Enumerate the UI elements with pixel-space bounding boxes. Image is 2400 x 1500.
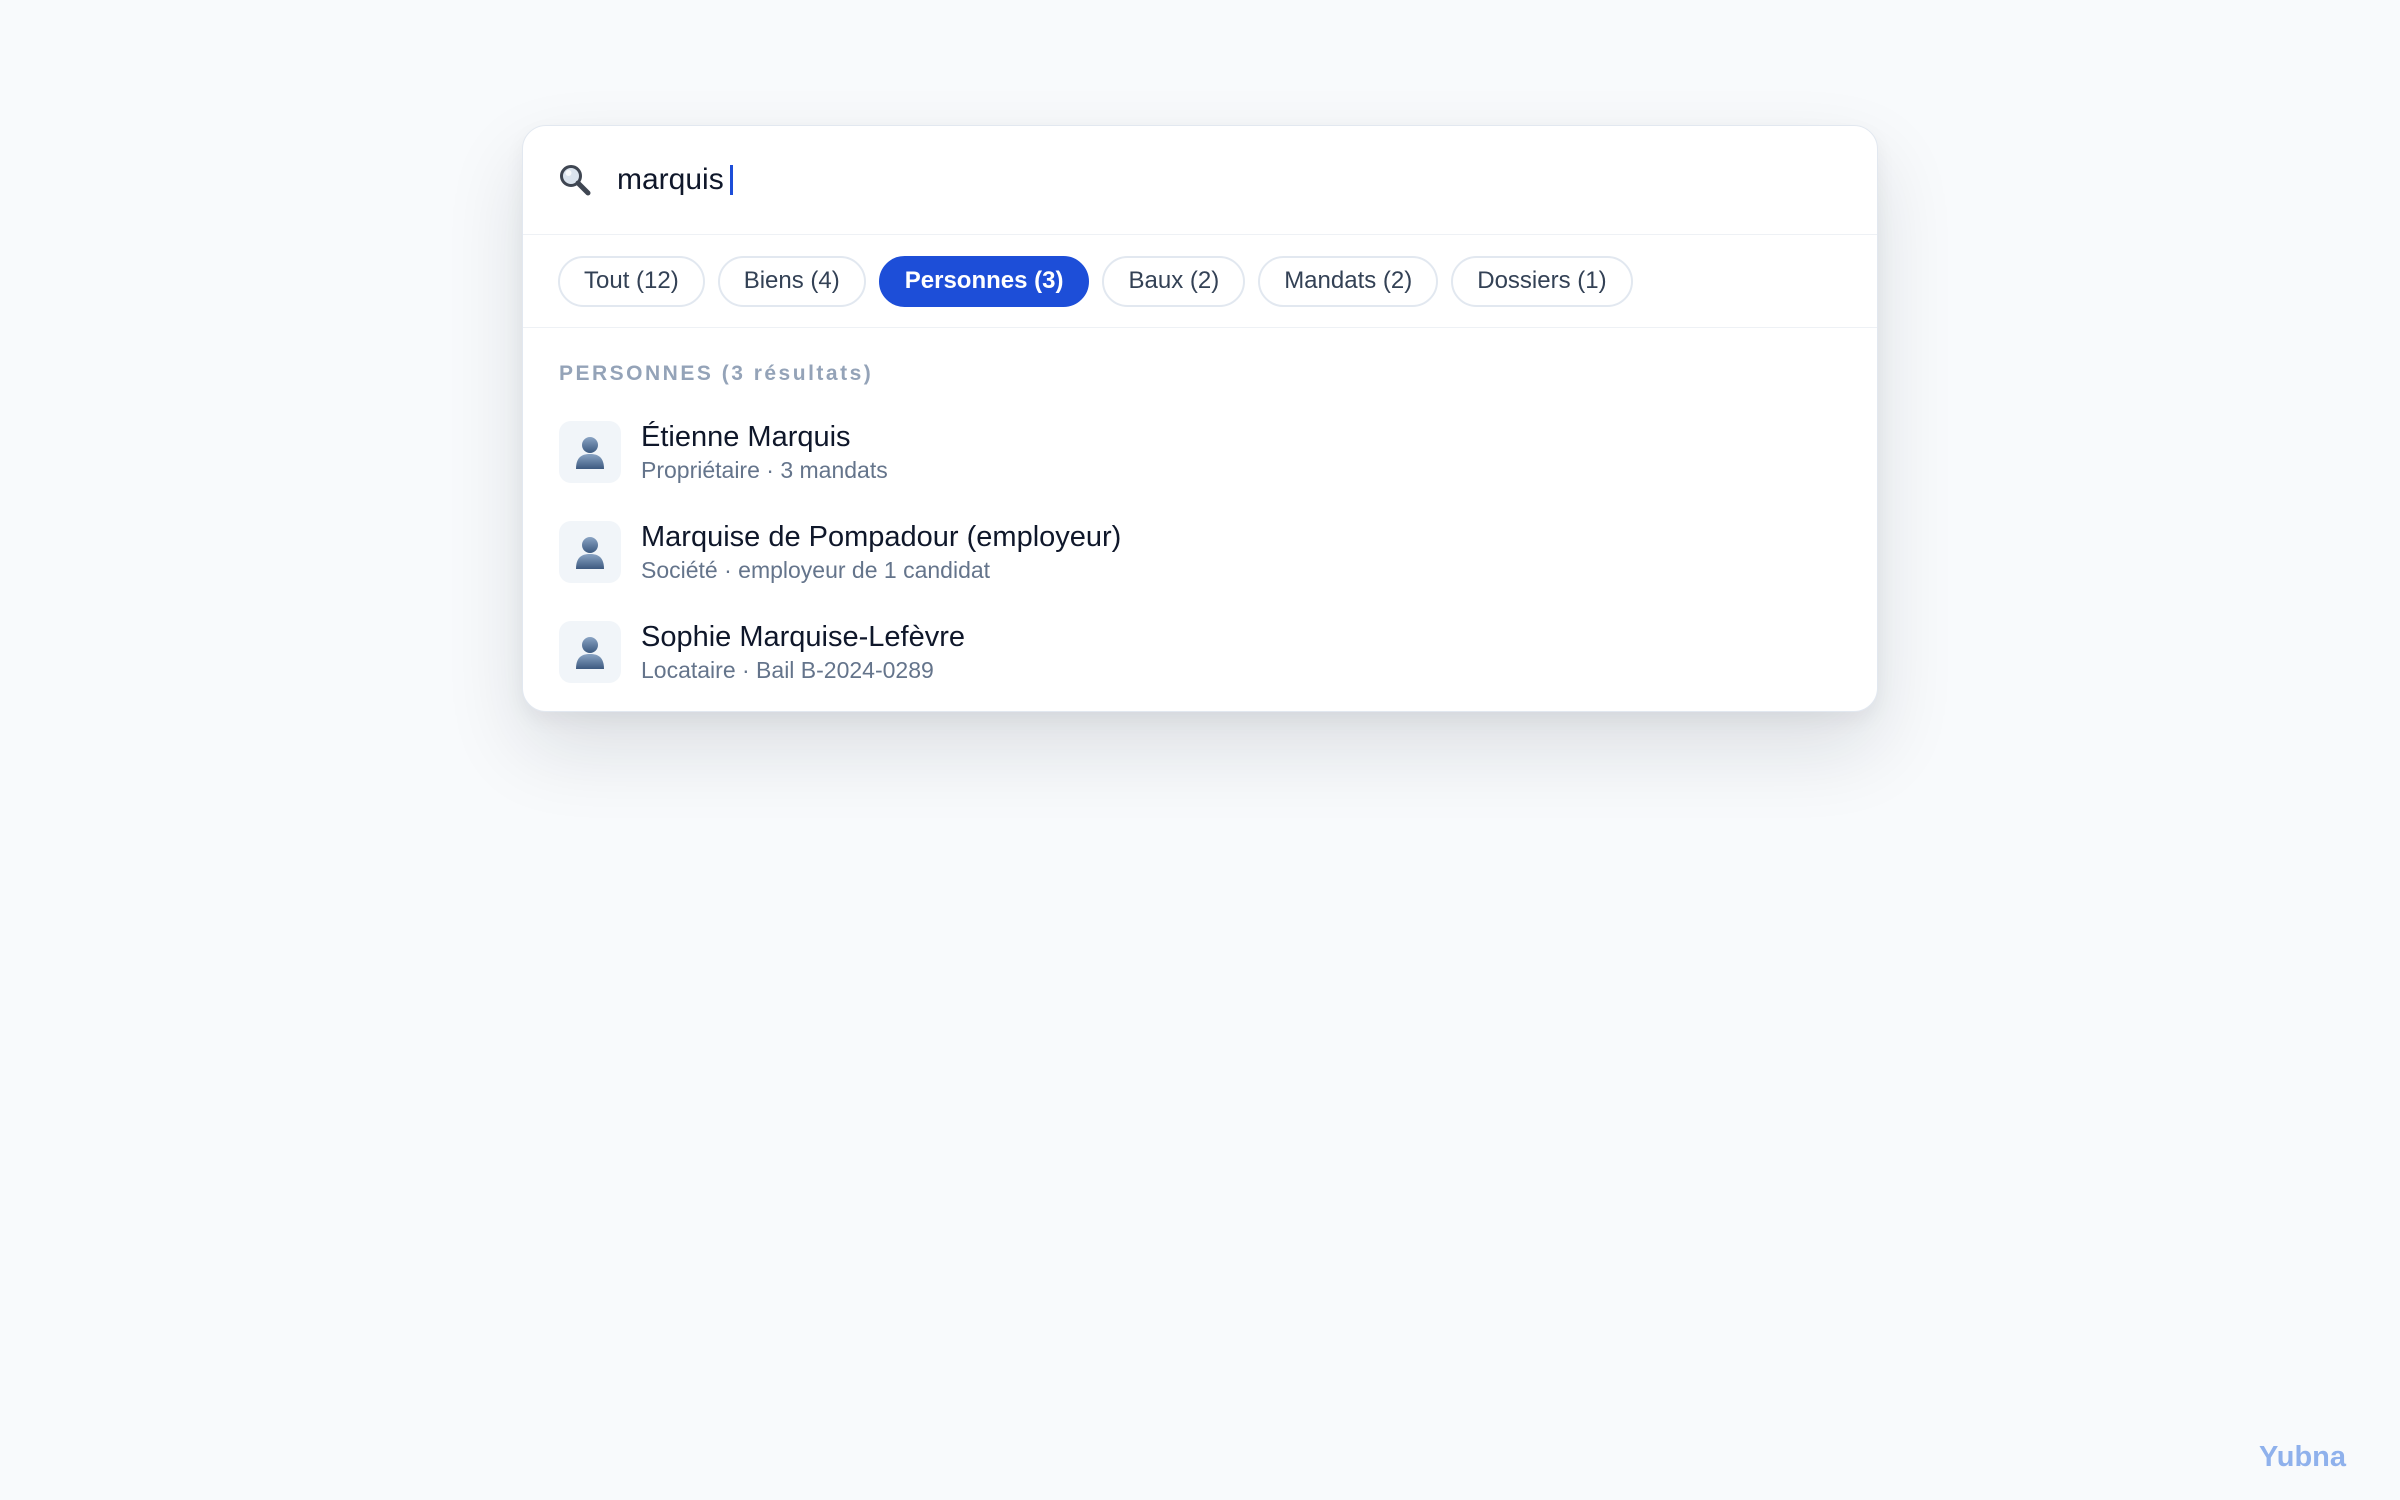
result-meta: Locataire · Bail B-2024-0289	[641, 656, 934, 683]
search-icon	[557, 162, 593, 198]
filter-tabs: Tout (12) Biens (4) Personnes (3) Baux (…	[523, 235, 1877, 328]
filter-chip-tout[interactable]: Tout (12)	[558, 255, 705, 307]
text-caret	[729, 165, 733, 195]
person-icon	[559, 421, 621, 483]
person-icon	[559, 621, 621, 683]
filter-chip-dossiers[interactable]: Dossiers (1)	[1451, 255, 1633, 307]
result-name: Sophie Marquise-Lefèvre	[641, 620, 966, 653]
filter-chip-personnes[interactable]: Personnes (3)	[878, 255, 1090, 307]
result-name: Étienne Marquis	[641, 420, 851, 453]
result-meta: Société · employeur de 1 candidat	[641, 556, 991, 583]
filter-chip-baux[interactable]: Baux (2)	[1102, 255, 1246, 307]
section-heading: PERSONNES (3 résultats)	[559, 362, 874, 385]
search-bar[interactable]: marquis	[523, 126, 1877, 235]
result-item[interactable]: Marquise de Pompadour (employeur) Sociét…	[523, 502, 1877, 602]
result-item[interactable]: Étienne Marquis Propriétaire · 3 mandats	[523, 402, 1877, 502]
brand-logo: Yubna	[2258, 1441, 2346, 1473]
result-meta: Propriétaire · 3 mandats	[641, 456, 888, 483]
person-icon	[559, 521, 621, 583]
search-input[interactable]: marquis	[617, 163, 724, 197]
results-list: Étienne Marquis Propriétaire · 3 mandats	[523, 402, 1877, 702]
result-name: Marquise de Pompadour (employeur)	[641, 520, 1122, 553]
result-item[interactable]: Sophie Marquise-Lefèvre Locataire · Bail…	[523, 602, 1877, 702]
search-palette: marquis Tout (12) Biens (4) Personnes (3…	[522, 125, 1878, 712]
filter-chip-biens[interactable]: Biens (4)	[717, 255, 866, 307]
filter-chip-mandats[interactable]: Mandats (2)	[1258, 255, 1439, 307]
